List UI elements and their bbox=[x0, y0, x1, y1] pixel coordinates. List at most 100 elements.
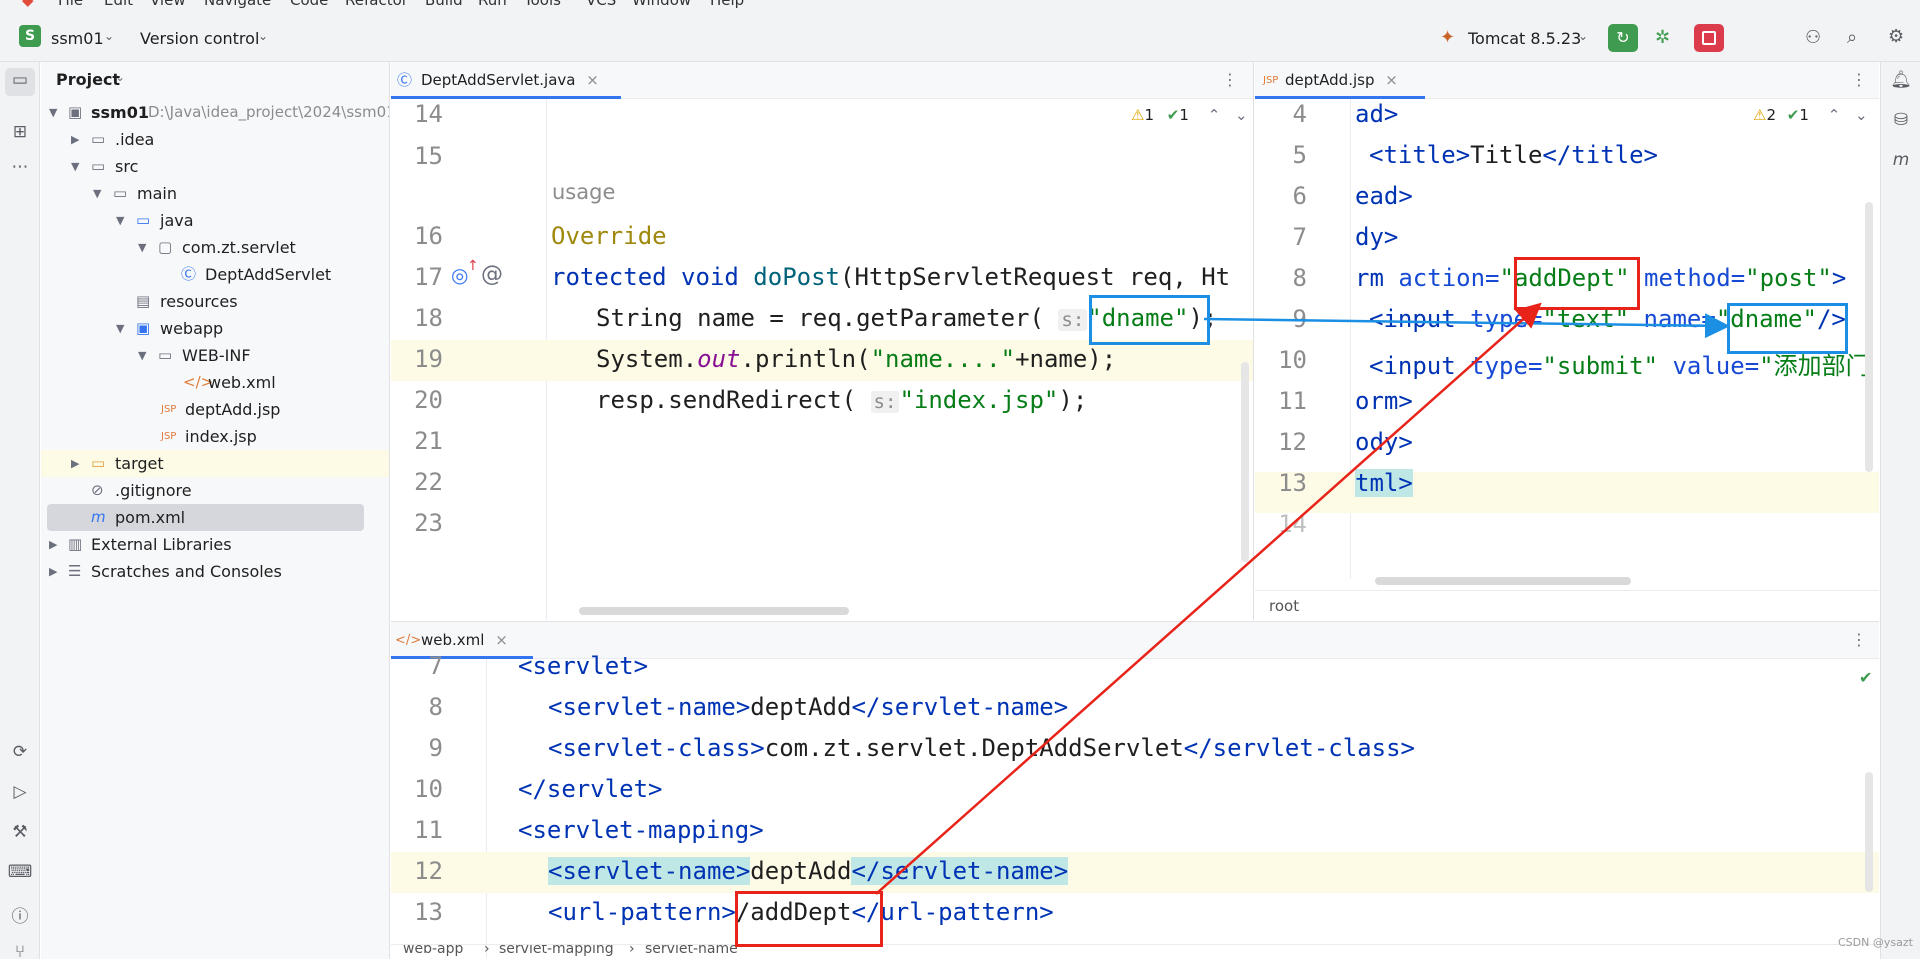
menu-navigate[interactable]: Navigate bbox=[204, 0, 271, 9]
horizontal-scrollbar[interactable] bbox=[579, 607, 849, 615]
line-number: 5 bbox=[1292, 141, 1307, 169]
breadcrumb-item[interactable]: servlet-name bbox=[645, 945, 738, 957]
chevron-down-icon[interactable]: ⌄ bbox=[1578, 29, 1588, 43]
tree-item-scratches[interactable]: ▶ ☰ Scratches and Consoles bbox=[41, 558, 389, 585]
run-config-selector[interactable]: Tomcat 8.5.23 bbox=[1468, 29, 1581, 48]
maven-file-icon: m bbox=[91, 508, 106, 526]
menu-tools[interactable]: Tools bbox=[524, 0, 561, 9]
close-icon[interactable]: × bbox=[1385, 71, 1398, 89]
tree-item-package[interactable]: ▼ ▢ com.zt.servlet bbox=[41, 234, 389, 261]
search-icon[interactable]: ⌕ bbox=[1847, 27, 1857, 48]
vertical-scrollbar[interactable] bbox=[1865, 772, 1873, 892]
maven-icon[interactable]: m bbox=[1881, 150, 1920, 170]
menu-run[interactable]: Run bbox=[478, 0, 507, 9]
vertical-scrollbar[interactable] bbox=[1865, 202, 1873, 472]
menu-vcs[interactable]: VCS bbox=[586, 0, 616, 9]
menu-build[interactable]: Build bbox=[425, 0, 463, 9]
override-gutter-icon[interactable]: ◎ bbox=[451, 263, 468, 287]
menu-refactor[interactable]: Refactor bbox=[345, 0, 408, 9]
xml-line-12: <servlet-name>deptAdd</servlet-name> bbox=[548, 857, 1069, 885]
tree-item-idea[interactable]: ▶ ▭ .idea bbox=[41, 126, 389, 153]
menu-help[interactable]: Help bbox=[710, 0, 744, 9]
breadcrumb-separator: › bbox=[629, 944, 635, 957]
line-number: 22 bbox=[414, 468, 443, 496]
chevron-up-icon[interactable]: ⌃ bbox=[1828, 106, 1841, 124]
horizontal-scrollbar[interactable] bbox=[1375, 577, 1631, 585]
breadcrumb-root[interactable]: root bbox=[1269, 597, 1299, 615]
tree-item-ssm01[interactable]: ▼ ▣ ssm01 D:\Java\idea_project\2024\ssm01 bbox=[41, 99, 389, 126]
resources-folder-icon: ▤ bbox=[136, 292, 151, 310]
tree-item-pom-xml[interactable]: m pom.xml bbox=[47, 504, 364, 531]
tree-item-target[interactable]: ▶ ▭ target bbox=[41, 450, 389, 477]
tree-item-web-xml[interactable]: </> web.xml bbox=[41, 369, 389, 396]
tree-item-resources[interactable]: ▤ resources bbox=[41, 288, 389, 315]
chevron-down-icon[interactable]: ⌄ bbox=[104, 29, 114, 43]
project-badge[interactable]: S bbox=[19, 25, 41, 47]
module-folder-icon: ▣ bbox=[68, 103, 83, 121]
xml-breadcrumb-bar: web-app › servlet-mapping › servlet-name bbox=[391, 944, 1879, 959]
breadcrumb-item[interactable]: web-app bbox=[403, 945, 463, 957]
menu-bar: ◆ File Edit View Navigate Code Refactor … bbox=[0, 0, 1920, 15]
run-icon[interactable]: ▷ bbox=[0, 782, 40, 802]
menu-edit[interactable]: Edit bbox=[104, 0, 133, 9]
tree-item-index-jsp[interactable]: JSP index.jsp bbox=[41, 423, 389, 450]
web-folder-icon: ▣ bbox=[136, 319, 151, 337]
more-vertical-icon[interactable]: ⋮ bbox=[1851, 70, 1867, 89]
line-number: 4 bbox=[1292, 100, 1307, 128]
usage-hint[interactable]: usage bbox=[552, 180, 615, 204]
tree-item-src[interactable]: ▼ ▭ src bbox=[41, 153, 389, 180]
annotation-gutter-icon[interactable]: @ bbox=[481, 262, 503, 287]
jsp-line-12: ody> bbox=[1355, 428, 1413, 456]
notifications-icon[interactable]: 🔔︎ bbox=[1881, 70, 1920, 90]
database-icon[interactable]: ⛁ bbox=[1881, 110, 1920, 130]
chevron-down-icon[interactable]: ⌄ bbox=[1235, 106, 1248, 124]
stop-button[interactable] bbox=[1694, 24, 1724, 52]
tree-item-web-inf[interactable]: ▼ ▭ WEB-INF bbox=[41, 342, 389, 369]
debug-icon[interactable]: ✲ bbox=[1655, 27, 1670, 48]
line-number: 10 bbox=[1278, 346, 1307, 374]
tree-item-deptaddservlet[interactable]: Ⓒ DeptAddServlet bbox=[41, 261, 389, 288]
tree-item-java[interactable]: ▼ ▭ java bbox=[41, 207, 389, 234]
gear-icon[interactable]: ⚙ bbox=[1888, 26, 1904, 47]
jsp-line-5: <title>Title</title> bbox=[1369, 141, 1658, 169]
problems-icon[interactable]: ⓘ bbox=[0, 902, 40, 927]
terminal-icon[interactable]: ⌨ bbox=[0, 862, 40, 882]
menu-window[interactable]: Window bbox=[632, 0, 691, 9]
inspection-widget[interactable]: ⚠2 ✔1 ⌃ ⌄ bbox=[1753, 106, 1868, 124]
menu-view[interactable]: View bbox=[150, 0, 186, 9]
inspection-widget[interactable]: ⚠1 ✔1 ⌃ ⌄ bbox=[1131, 106, 1248, 124]
tab-deptadd-jsp[interactable]: JSP deptAdd.jsp × bbox=[1255, 62, 1425, 99]
services-icon[interactable]: ⟳ bbox=[0, 742, 40, 762]
breadcrumb-item[interactable]: servlet-mapping bbox=[499, 945, 614, 957]
chevron-down-icon[interactable]: ⌄ bbox=[1855, 106, 1868, 124]
structure-icon[interactable]: ⊞ bbox=[0, 122, 40, 142]
close-icon[interactable]: × bbox=[495, 631, 508, 649]
more-icon[interactable]: ⋯ bbox=[0, 157, 40, 177]
menu-file[interactable]: File bbox=[58, 0, 83, 9]
xml-line-9: <servlet-class>com.zt.servlet.DeptAddSer… bbox=[548, 734, 1415, 762]
vcs-selector[interactable]: Version control bbox=[140, 29, 259, 48]
build-icon[interactable]: ⚒ bbox=[0, 822, 40, 842]
more-vertical-icon[interactable]: ⋮ bbox=[1851, 630, 1867, 649]
tree-item-deptadd-jsp[interactable]: JSP deptAdd.jsp bbox=[41, 396, 389, 423]
project-panel-title[interactable]: Project bbox=[56, 70, 120, 89]
project-selector[interactable]: ssm01 bbox=[51, 29, 104, 48]
tree-item-gitignore[interactable]: ⊘ .gitignore bbox=[41, 477, 389, 504]
chevron-up-icon[interactable]: ⌃ bbox=[1208, 106, 1221, 124]
chevron-down-icon[interactable]: ⌄ bbox=[115, 70, 125, 84]
menu-code[interactable]: Code bbox=[290, 0, 328, 9]
line-number: 23 bbox=[414, 509, 443, 537]
git-icon[interactable]: ⑂ bbox=[0, 942, 40, 962]
tab-deptaddservlet[interactable]: Ⓒ DeptAddServlet.java × bbox=[391, 62, 621, 99]
close-icon[interactable]: × bbox=[586, 71, 599, 89]
tree-item-external-libraries[interactable]: ▶ ▥ External Libraries bbox=[41, 531, 389, 558]
add-user-icon[interactable]: ⚇ bbox=[1805, 27, 1821, 48]
tree-item-main[interactable]: ▼ ▭ main bbox=[41, 180, 389, 207]
xml-editor: </> web.xml × ⋮ ✔ 7 8 9 10 11 12 13 <ser… bbox=[391, 621, 1879, 959]
tree-item-webapp[interactable]: ▼ ▣ webapp bbox=[41, 315, 389, 342]
vertical-scrollbar[interactable] bbox=[1241, 362, 1249, 562]
jsp-line-13: tml> bbox=[1355, 469, 1413, 497]
rerun-button[interactable]: ↻ bbox=[1608, 24, 1638, 52]
chevron-down-icon[interactable]: ⌄ bbox=[258, 29, 268, 43]
more-vertical-icon[interactable]: ⋮ bbox=[1222, 70, 1238, 89]
